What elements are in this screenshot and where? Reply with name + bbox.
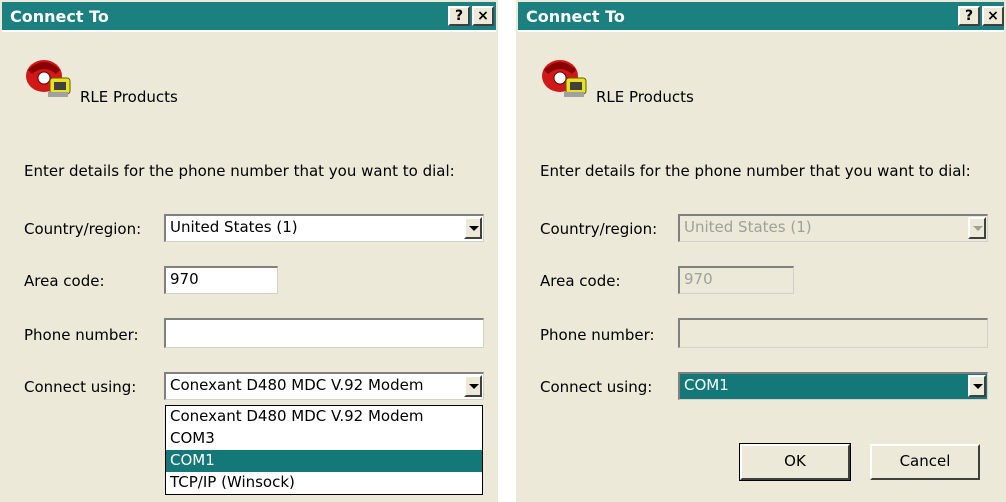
help-icon: ? [454, 8, 464, 24]
ok-button[interactable]: OK [739, 443, 851, 481]
dialog-heading: RLE Products [80, 88, 178, 106]
connect-using-select[interactable]: Conexant D480 MDC V.92 Modem [164, 372, 484, 400]
country-value: United States (1) [684, 218, 812, 236]
dialog-title: Connect To [526, 7, 625, 26]
phone-number-field[interactable] [164, 318, 484, 348]
area-code-field[interactable]: 970 [164, 266, 278, 294]
dropdown-option[interactable]: TCP/IP (Winsock) [166, 472, 482, 494]
connect-to-dialog-right: Connect To ? × RLE Products Enter detail… [514, 0, 1006, 502]
country-label: Country/region: [540, 220, 658, 238]
prompt-text: Enter details for the phone number that … [24, 162, 455, 180]
help-button[interactable]: ? [448, 6, 470, 26]
area-code-label: Area code: [24, 272, 105, 290]
help-button[interactable]: ? [958, 6, 980, 26]
help-icon: ? [964, 8, 974, 24]
connect-using-value: COM1 [684, 376, 729, 394]
country-label: Country/region: [24, 220, 142, 238]
phone-icon [542, 60, 587, 97]
dropdown-arrow-icon[interactable] [464, 217, 482, 239]
connect-to-dialog-left: Connect To ? × RLE Products Enter detail… [0, 0, 500, 502]
connect-using-label: Connect using: [540, 378, 653, 396]
connect-using-select[interactable]: COM1 [678, 372, 988, 400]
dropdown-option[interactable]: Conexant D480 MDC V.92 Modem [166, 406, 482, 428]
dropdown-option[interactable]: COM3 [166, 428, 482, 450]
close-icon: × [477, 8, 489, 24]
dialog-heading: RLE Products [596, 88, 694, 106]
dialog-title: Connect To [10, 7, 109, 26]
phone-number-label: Phone number: [540, 326, 655, 344]
prompt-text: Enter details for the phone number that … [540, 162, 971, 180]
close-icon: × [987, 8, 999, 24]
connect-using-value: Conexant D480 MDC V.92 Modem [170, 376, 424, 394]
cancel-button[interactable]: Cancel [870, 444, 980, 480]
country-value: United States (1) [170, 218, 298, 236]
close-button[interactable]: × [472, 6, 494, 26]
dropdown-arrow-icon[interactable] [464, 375, 482, 397]
close-button[interactable]: × [982, 6, 1004, 26]
area-code-value: 970 [170, 270, 199, 288]
country-select[interactable]: United States (1) [678, 214, 988, 242]
area-code-value: 970 [684, 270, 713, 288]
title-bar: Connect To ? × [518, 2, 1004, 32]
phone-number-field[interactable] [678, 318, 988, 348]
connect-using-label: Connect using: [24, 378, 137, 396]
phone-number-label: Phone number: [24, 326, 139, 344]
area-code-field[interactable]: 970 [678, 266, 794, 294]
dropdown-option-highlighted[interactable]: COM1 [166, 450, 482, 472]
dropdown-arrow-icon[interactable] [968, 217, 986, 239]
phone-icon [26, 60, 71, 97]
dropdown-arrow-icon[interactable] [968, 375, 986, 397]
title-bar: Connect To ? × [2, 2, 496, 32]
country-select[interactable]: United States (1) [164, 214, 484, 242]
area-code-label: Area code: [540, 272, 621, 290]
connect-using-dropdown-list: Conexant D480 MDC V.92 Modem COM3 COM1 T… [165, 405, 483, 495]
